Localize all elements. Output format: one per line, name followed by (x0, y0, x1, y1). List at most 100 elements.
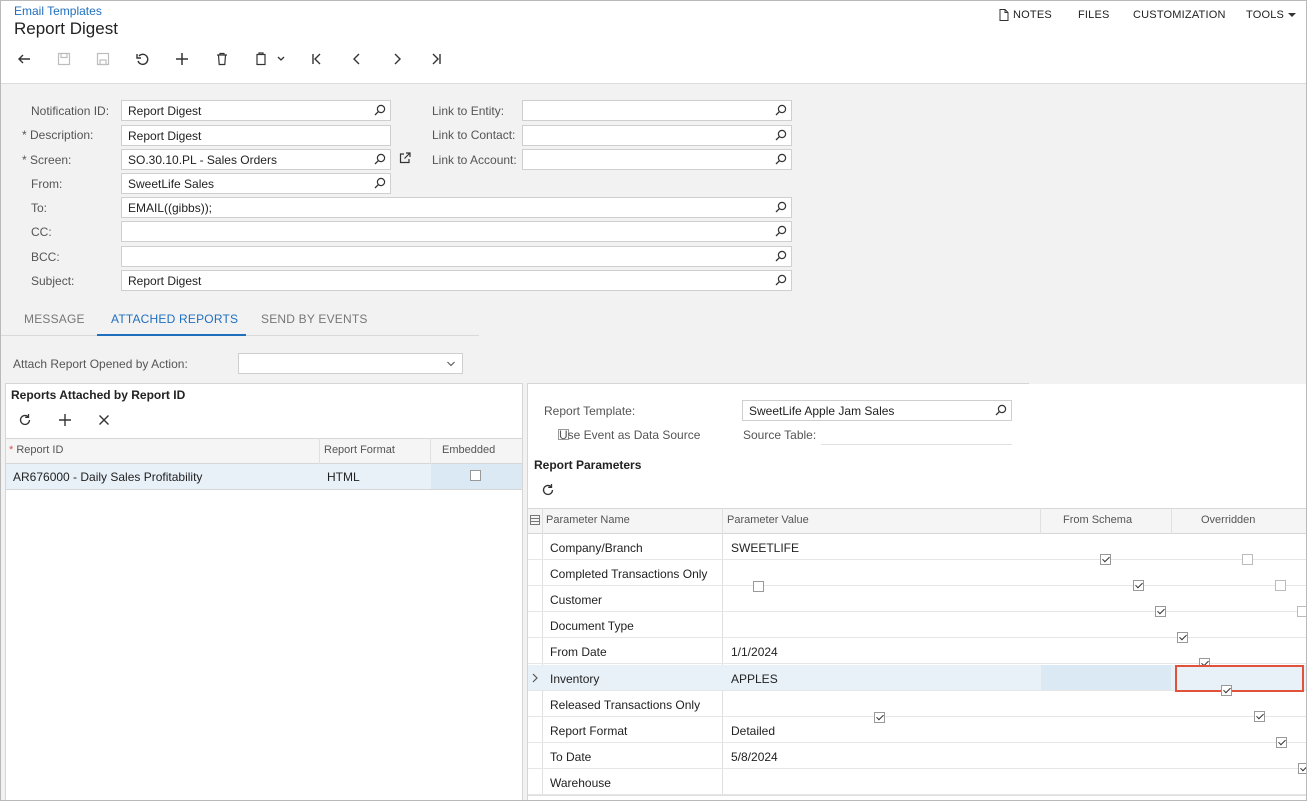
parameter-name-cell[interactable]: To Date (550, 750, 591, 764)
parameter-name-cell[interactable]: Company/Branch (550, 541, 643, 555)
parameter-name-cell[interactable]: Customer (550, 593, 602, 607)
cc-field[interactable] (121, 221, 792, 242)
add-row-icon[interactable] (58, 413, 72, 427)
search-icon[interactable] (775, 250, 787, 262)
parameter-value-cell[interactable]: SWEETLIFE (731, 541, 799, 555)
table-row[interactable] (528, 743, 1306, 769)
link-contact-field[interactable] (522, 125, 792, 146)
col-report-format[interactable]: Report Format (324, 444, 395, 456)
bcc-label: BCC: (31, 250, 60, 264)
active-tab-indicator (97, 334, 246, 336)
save-close-icon[interactable] (53, 48, 75, 70)
parameter-value-cell[interactable]: 1/1/2024 (731, 645, 778, 659)
report-format-cell[interactable]: HTML (327, 470, 360, 484)
search-icon[interactable] (775, 225, 787, 237)
col-from-schema[interactable]: From Schema (1063, 514, 1132, 526)
parameter-value-cell[interactable]: APPLES (731, 672, 778, 686)
notification-id-field[interactable]: Report Digest (121, 100, 391, 121)
source-table-label: Source Table: (743, 428, 817, 442)
search-icon[interactable] (775, 104, 787, 116)
params-title: Report Parameters (534, 458, 642, 472)
undo-icon[interactable] (132, 48, 154, 70)
search-icon[interactable] (775, 129, 787, 141)
parameter-name-cell[interactable]: Inventory (550, 672, 599, 686)
reports-panel-title: Reports Attached by Report ID (11, 388, 186, 402)
parameter-name-cell[interactable]: Completed Transactions Only (550, 567, 707, 581)
back-icon[interactable] (13, 48, 35, 70)
table-row[interactable] (528, 534, 1306, 560)
delete-row-icon[interactable] (98, 414, 110, 426)
description-field[interactable]: Report Digest (121, 125, 391, 146)
tab-attached-reports[interactable]: ATTACHED REPORTS (111, 312, 238, 326)
files-button[interactable]: FILES (1078, 9, 1110, 21)
search-icon[interactable] (775, 153, 787, 165)
copy-paste-icon[interactable] (250, 48, 290, 70)
link-entity-field[interactable] (522, 100, 792, 121)
previous-record-icon[interactable] (346, 48, 368, 70)
search-icon[interactable] (775, 201, 787, 213)
delete-icon[interactable] (211, 48, 233, 70)
tab-send-by-events[interactable]: SEND BY EVENTS (261, 312, 368, 326)
breadcrumb-link[interactable]: Email Templates (14, 4, 102, 18)
search-icon[interactable] (995, 404, 1007, 416)
next-record-icon[interactable] (386, 48, 408, 70)
row-selector-icon[interactable] (530, 515, 540, 525)
caret-down-icon (1288, 13, 1297, 17)
table-row[interactable] (528, 769, 1306, 795)
link-account-field[interactable] (522, 149, 792, 170)
search-icon[interactable] (374, 104, 386, 116)
parameter-name-cell[interactable]: Document Type (550, 619, 634, 633)
search-icon[interactable] (374, 153, 386, 165)
table-row[interactable] (528, 638, 1306, 664)
chevron-down-icon (447, 361, 455, 367)
parameter-name-cell[interactable]: Report Format (550, 724, 627, 738)
parameter-value-cell[interactable]: Detailed (731, 724, 775, 738)
col-report-id[interactable]: * Report ID (9, 444, 63, 456)
report-id-cell[interactable]: AR676000 - Daily Sales Profitability (13, 470, 202, 484)
report-template-field[interactable]: SweetLife Apple Jam Sales (742, 400, 1012, 421)
parameter-name-cell[interactable]: Warehouse (550, 776, 611, 790)
to-label: To: (31, 201, 48, 215)
window: Email Templates Report Digest NOTES FILE… (0, 0, 1307, 801)
bcc-field[interactable] (121, 246, 792, 267)
tools-button[interactable]: TOOLS (1246, 9, 1297, 21)
page-title: Report Digest (14, 19, 118, 38)
link-entity-label: Link to Entity: (432, 104, 505, 118)
from-field[interactable]: SweetLife Sales (121, 173, 391, 194)
table-row[interactable] (528, 586, 1306, 612)
refresh-icon[interactable] (18, 413, 32, 427)
parameter-value-cell[interactable]: 5/8/2024 (731, 750, 778, 764)
col-embedded[interactable]: Embedded (442, 444, 495, 456)
external-link-icon[interactable] (399, 152, 411, 164)
description-label: * Description: (22, 128, 94, 142)
first-record-icon[interactable] (306, 48, 328, 70)
notes-button[interactable]: NOTES (999, 9, 1052, 21)
attach-action-select[interactable] (238, 353, 463, 374)
overridden-cell-focus[interactable] (1175, 665, 1304, 692)
refresh-icon[interactable] (541, 483, 555, 497)
attach-action-label: Attach Report Opened by Action: (13, 357, 188, 371)
customization-button[interactable]: CUSTOMIZATION (1133, 9, 1226, 21)
parameter-name-cell[interactable]: From Date (550, 645, 607, 659)
search-icon[interactable] (775, 274, 787, 286)
last-record-icon[interactable] (425, 48, 447, 70)
embedded-checkbox[interactable] (470, 470, 481, 481)
parameter-name-cell[interactable]: Released Transactions Only (550, 698, 700, 712)
row-current-icon (532, 673, 538, 683)
col-overridden[interactable]: Overridden (1201, 514, 1255, 526)
from-label: From: (31, 177, 63, 191)
add-icon[interactable] (171, 48, 193, 70)
col-parameter-value[interactable]: Parameter Value (727, 514, 809, 526)
save-icon[interactable] (92, 48, 114, 70)
from-schema-cell-highlight (1041, 665, 1171, 690)
table-row[interactable] (528, 612, 1306, 638)
screen-label: * Screen: (22, 153, 72, 167)
subject-field[interactable]: Report Digest (121, 270, 792, 291)
tab-message[interactable]: MESSAGE (24, 312, 85, 326)
table-row[interactable] (528, 717, 1306, 743)
screen-field[interactable]: SO.30.10.PL - Sales Orders (121, 149, 391, 170)
link-contact-label: Link to Contact: (432, 128, 516, 142)
to-field[interactable]: EMAIL((gibbs)); (121, 197, 792, 218)
search-icon[interactable] (374, 177, 386, 189)
col-parameter-name[interactable]: Parameter Name (546, 514, 630, 526)
